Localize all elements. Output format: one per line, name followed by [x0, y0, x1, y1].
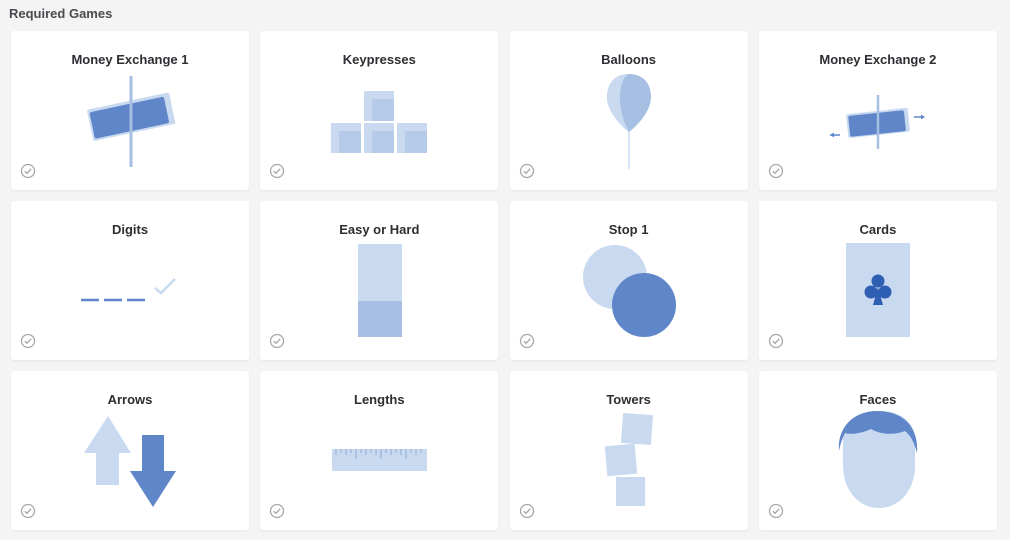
balloon-icon: [606, 74, 651, 169]
game-card-money-exchange-1[interactable]: Money Exchange 1: [11, 31, 249, 190]
games-grid: Money Exchange 1 Keypresses Balloons Mon…: [11, 31, 997, 530]
checkmark-icon: [768, 503, 784, 519]
money-exchange-2-icon: [829, 95, 925, 149]
keypresses-icon: [331, 91, 428, 153]
game-card-stop-1[interactable]: Stop 1: [509, 201, 748, 360]
game-card-keypresses[interactable]: Keypresses: [260, 31, 499, 190]
ruler-icon: [332, 449, 428, 471]
game-card-arrows[interactable]: Arrows: [11, 371, 249, 530]
game-card-money-exchange-2[interactable]: Money Exchange 2: [758, 31, 997, 190]
checkmark-icon: [768, 163, 784, 179]
stop-icon: [582, 245, 676, 337]
game-card-digits[interactable]: Digits: [11, 201, 249, 360]
digits-icon: [81, 278, 176, 302]
checkmark-icon: [519, 503, 534, 519]
game-card-towers[interactable]: Towers: [509, 371, 748, 530]
checkmark-icon: [519, 163, 534, 179]
checkmark-icon: [20, 503, 36, 519]
game-card-faces[interactable]: Faces: [758, 371, 997, 530]
money-exchange-icon: [87, 76, 176, 167]
face-icon: [838, 411, 918, 508]
checkmark-icon: [20, 163, 36, 179]
game-card-balloons[interactable]: Balloons: [509, 31, 748, 190]
cards-icon: [845, 243, 910, 337]
towers-icon: [604, 412, 653, 506]
checkmark-icon: [270, 503, 285, 519]
checkmark-icon: [768, 333, 784, 349]
game-card-easy-or-hard[interactable]: Easy or Hard: [260, 201, 499, 360]
checkmark-icon: [519, 333, 534, 349]
section-title: Required Games: [9, 6, 113, 21]
arrows-icon: [84, 416, 176, 507]
checkmark-icon: [20, 333, 36, 349]
game-card-lengths[interactable]: Lengths: [260, 371, 499, 530]
checkmark-icon: [270, 163, 285, 179]
easy-or-hard-icon: [358, 244, 403, 337]
game-card-cards[interactable]: Cards: [758, 201, 997, 360]
checkmark-icon: [270, 333, 285, 349]
